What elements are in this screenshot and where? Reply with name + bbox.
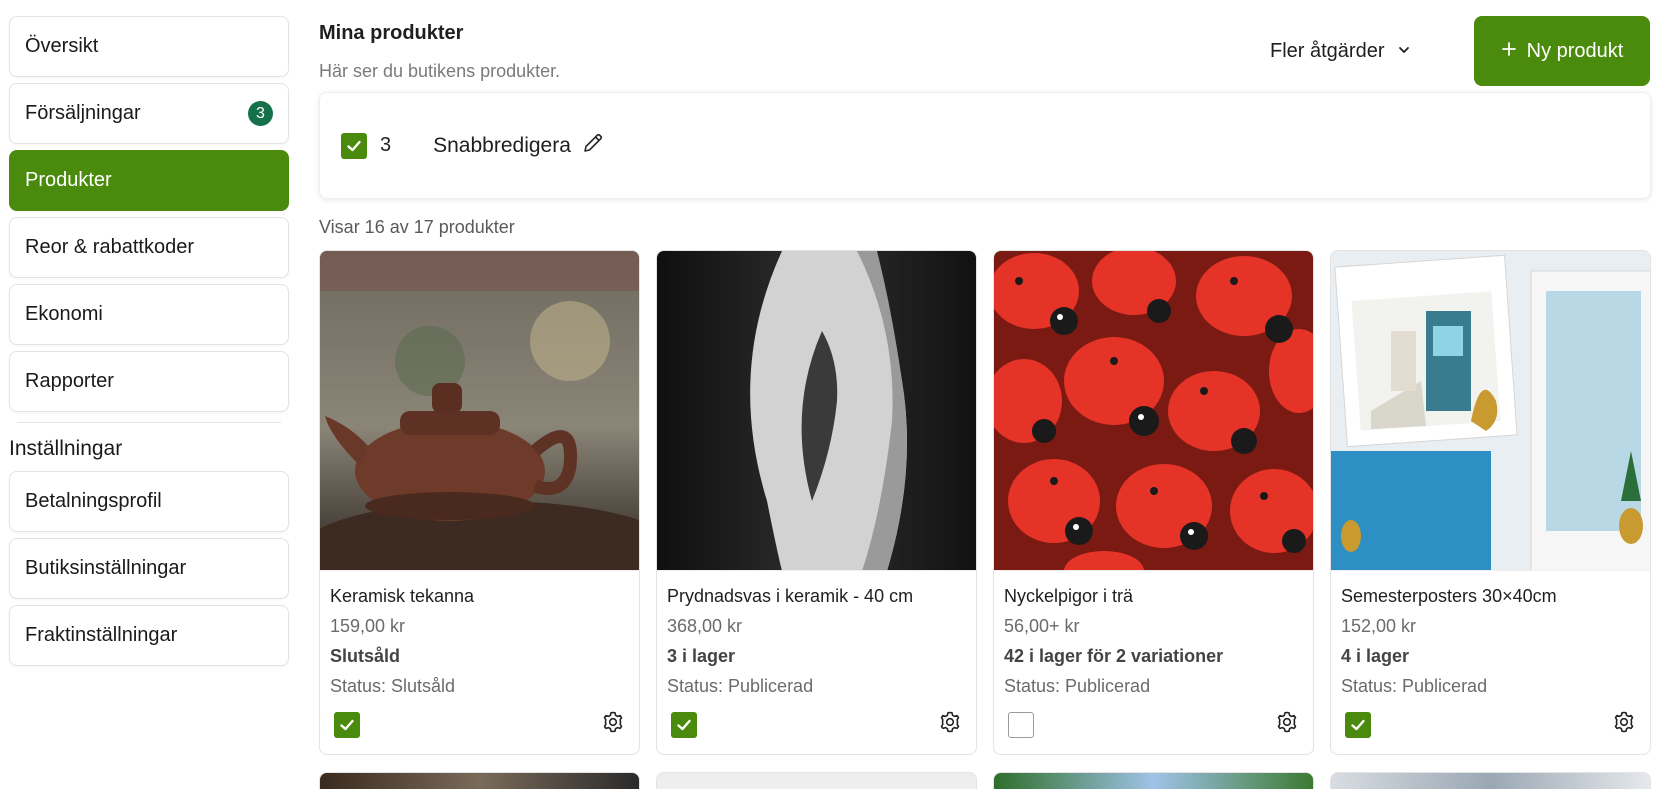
product-image-vase[interactable] bbox=[657, 251, 976, 571]
product-select-checkbox[interactable] bbox=[1008, 711, 1034, 738]
pencil-icon bbox=[581, 131, 605, 161]
sidebar-item-reor[interactable]: Reor & rabattkoder bbox=[9, 217, 289, 278]
product-name[interactable]: Prydnadsvas i keramik - 40 cm bbox=[667, 581, 966, 611]
product-stock: 4 i lager bbox=[1341, 646, 1410, 666]
settings-section-title: Inställningar bbox=[9, 437, 123, 460]
quick-edit-label: Snabbredigera bbox=[433, 133, 571, 157]
product-image-teapot[interactable] bbox=[320, 251, 639, 571]
sidebar-item-ekonomi[interactable]: Ekonomi bbox=[9, 284, 289, 345]
check-icon bbox=[677, 719, 691, 730]
page-title: Mina produkter bbox=[319, 22, 464, 44]
check-icon bbox=[347, 140, 361, 151]
sidebar-item-label: Fraktinställningar bbox=[25, 624, 178, 646]
gear-icon[interactable] bbox=[601, 710, 625, 739]
product-name[interactable]: Keramisk tekanna bbox=[330, 581, 629, 611]
product-card-partial[interactable] bbox=[319, 772, 640, 789]
product-select-checkbox[interactable] bbox=[671, 711, 697, 738]
product-card[interactable]: Semesterposters 30×40cm 152,00 kr 4 i la… bbox=[1330, 250, 1651, 755]
sidebar-item-label: Produkter bbox=[25, 169, 112, 191]
product-image-posters[interactable] bbox=[1331, 251, 1650, 571]
check-icon bbox=[1351, 719, 1365, 730]
sidebar-item-label: Ekonomi bbox=[25, 303, 103, 325]
count-badge: 3 bbox=[248, 101, 273, 126]
product-status: Status: Publicerad bbox=[667, 676, 814, 696]
product-price: 56,00+ kr bbox=[1004, 616, 1080, 636]
sidebar-divider bbox=[17, 422, 281, 423]
product-image-ladybugs[interactable] bbox=[994, 251, 1313, 571]
product-card[interactable]: Nyckelpigor i trä 56,00+ kr 42 i lager f… bbox=[993, 250, 1314, 755]
sidebar-item-betalningsprofil[interactable]: Betalningsprofil bbox=[9, 471, 289, 532]
showing-count: Visar 16 av 17 produkter bbox=[319, 217, 515, 237]
more-actions-dropdown[interactable]: Fler åtgärder bbox=[1270, 34, 1411, 68]
sidebar: Översikt Försäljningar 3 Produkter Reor … bbox=[9, 16, 289, 672]
new-product-label: Ny produkt bbox=[1526, 39, 1624, 62]
sidebar-item-rapporter[interactable]: Rapporter bbox=[9, 351, 289, 412]
product-name[interactable]: Nyckelpigor i trä bbox=[1004, 581, 1303, 611]
more-actions-label: Fler åtgärder bbox=[1270, 39, 1385, 62]
product-stock: 3 i lager bbox=[667, 646, 736, 666]
product-card-partial[interactable] bbox=[1330, 772, 1651, 789]
new-product-button[interactable]: Ny produkt bbox=[1474, 16, 1650, 86]
sidebar-item-butiksinstallningar[interactable]: Butiksinställningar bbox=[9, 538, 289, 599]
sidebar-item-oversikt[interactable]: Översikt bbox=[9, 16, 289, 77]
sidebar-item-label: Rapporter bbox=[25, 370, 114, 392]
bulk-action-bar: 3 Snabbredigera bbox=[319, 92, 1651, 199]
gear-icon[interactable] bbox=[1275, 710, 1299, 739]
sidebar-item-forsaljningar[interactable]: Försäljningar 3 bbox=[9, 83, 289, 144]
chevron-down-icon bbox=[1397, 40, 1411, 63]
product-price: 159,00 kr bbox=[330, 616, 406, 636]
product-name[interactable]: Semesterposters 30×40cm bbox=[1341, 581, 1640, 611]
check-icon bbox=[340, 719, 354, 730]
selected-count: 3 bbox=[380, 134, 392, 156]
sidebar-item-label: Översikt bbox=[25, 35, 99, 57]
page-subtitle: Här ser du butikens produkter. bbox=[319, 61, 561, 81]
product-stock: 42 i lager för 2 variationer bbox=[1004, 646, 1224, 666]
select-all-checkbox[interactable] bbox=[341, 132, 367, 159]
sidebar-item-fraktinstallningar[interactable]: Fraktinställningar bbox=[9, 605, 289, 666]
product-status: Status: Publicerad bbox=[1341, 676, 1488, 696]
product-price: 152,00 kr bbox=[1341, 616, 1417, 636]
product-select-checkbox[interactable] bbox=[334, 711, 360, 738]
product-card-partial[interactable] bbox=[656, 772, 977, 789]
sidebar-item-produkter[interactable]: Produkter bbox=[9, 150, 289, 211]
product-stock: Slutsåld bbox=[330, 646, 401, 666]
product-card-partial[interactable] bbox=[993, 772, 1314, 789]
gear-icon[interactable] bbox=[938, 710, 962, 739]
product-card[interactable]: Keramisk tekanna 159,00 kr Slutsåld Stat… bbox=[319, 250, 640, 755]
product-select-checkbox[interactable] bbox=[1345, 711, 1371, 738]
gear-icon[interactable] bbox=[1612, 710, 1636, 739]
sidebar-item-label: Reor & rabattkoder bbox=[25, 236, 194, 258]
quick-edit-button[interactable]: Snabbredigera bbox=[433, 131, 605, 161]
product-card[interactable]: Prydnadsvas i keramik - 40 cm 368,00 kr … bbox=[656, 250, 977, 755]
sidebar-item-label: Försäljningar bbox=[25, 102, 141, 124]
product-status: Status: Slutsåld bbox=[330, 676, 456, 696]
product-price: 368,00 kr bbox=[667, 616, 743, 636]
sidebar-item-label: Betalningsprofil bbox=[25, 490, 162, 512]
product-status: Status: Publicerad bbox=[1004, 676, 1151, 696]
plus-icon bbox=[1501, 40, 1517, 63]
sidebar-item-label: Butiksinställningar bbox=[25, 557, 187, 579]
